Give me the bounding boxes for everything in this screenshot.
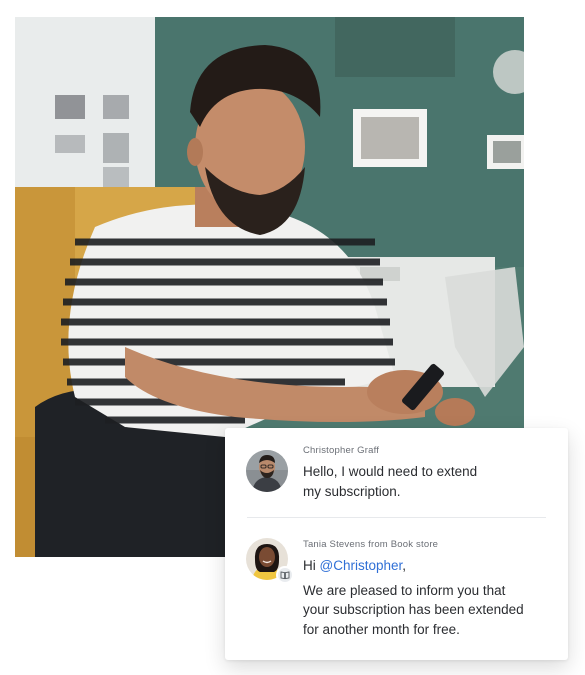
greeting-suffix: , xyxy=(402,558,407,573)
sender-name: Christopher Graff xyxy=(303,445,380,456)
message-line: your subscription has been extended xyxy=(303,602,524,617)
chat-card: Christopher Graff Hello, I would need to… xyxy=(225,428,568,660)
book-icon xyxy=(276,566,294,584)
page: Christopher Graff Hello, I would need to… xyxy=(0,0,585,675)
divider xyxy=(247,517,546,518)
message-line: We are pleased to inform you that xyxy=(303,582,506,598)
message-line: for another month for free. xyxy=(303,621,460,637)
message-text: Hi @Christopher, We are pleased to infor… xyxy=(303,556,553,639)
message-line: my subscription. xyxy=(303,483,401,499)
greeting-line: Hi @Christopher, xyxy=(303,556,553,576)
customer-avatar xyxy=(246,450,288,492)
greeting-prefix: Hi xyxy=(303,558,320,573)
sender-name: Tania Stevens from Book store xyxy=(303,539,439,550)
user-mention[interactable]: @Christopher xyxy=(320,558,403,573)
message-text: Hello, I would need to extend my subscri… xyxy=(303,462,553,501)
message-line: Hello, I would need to extend xyxy=(303,464,478,479)
